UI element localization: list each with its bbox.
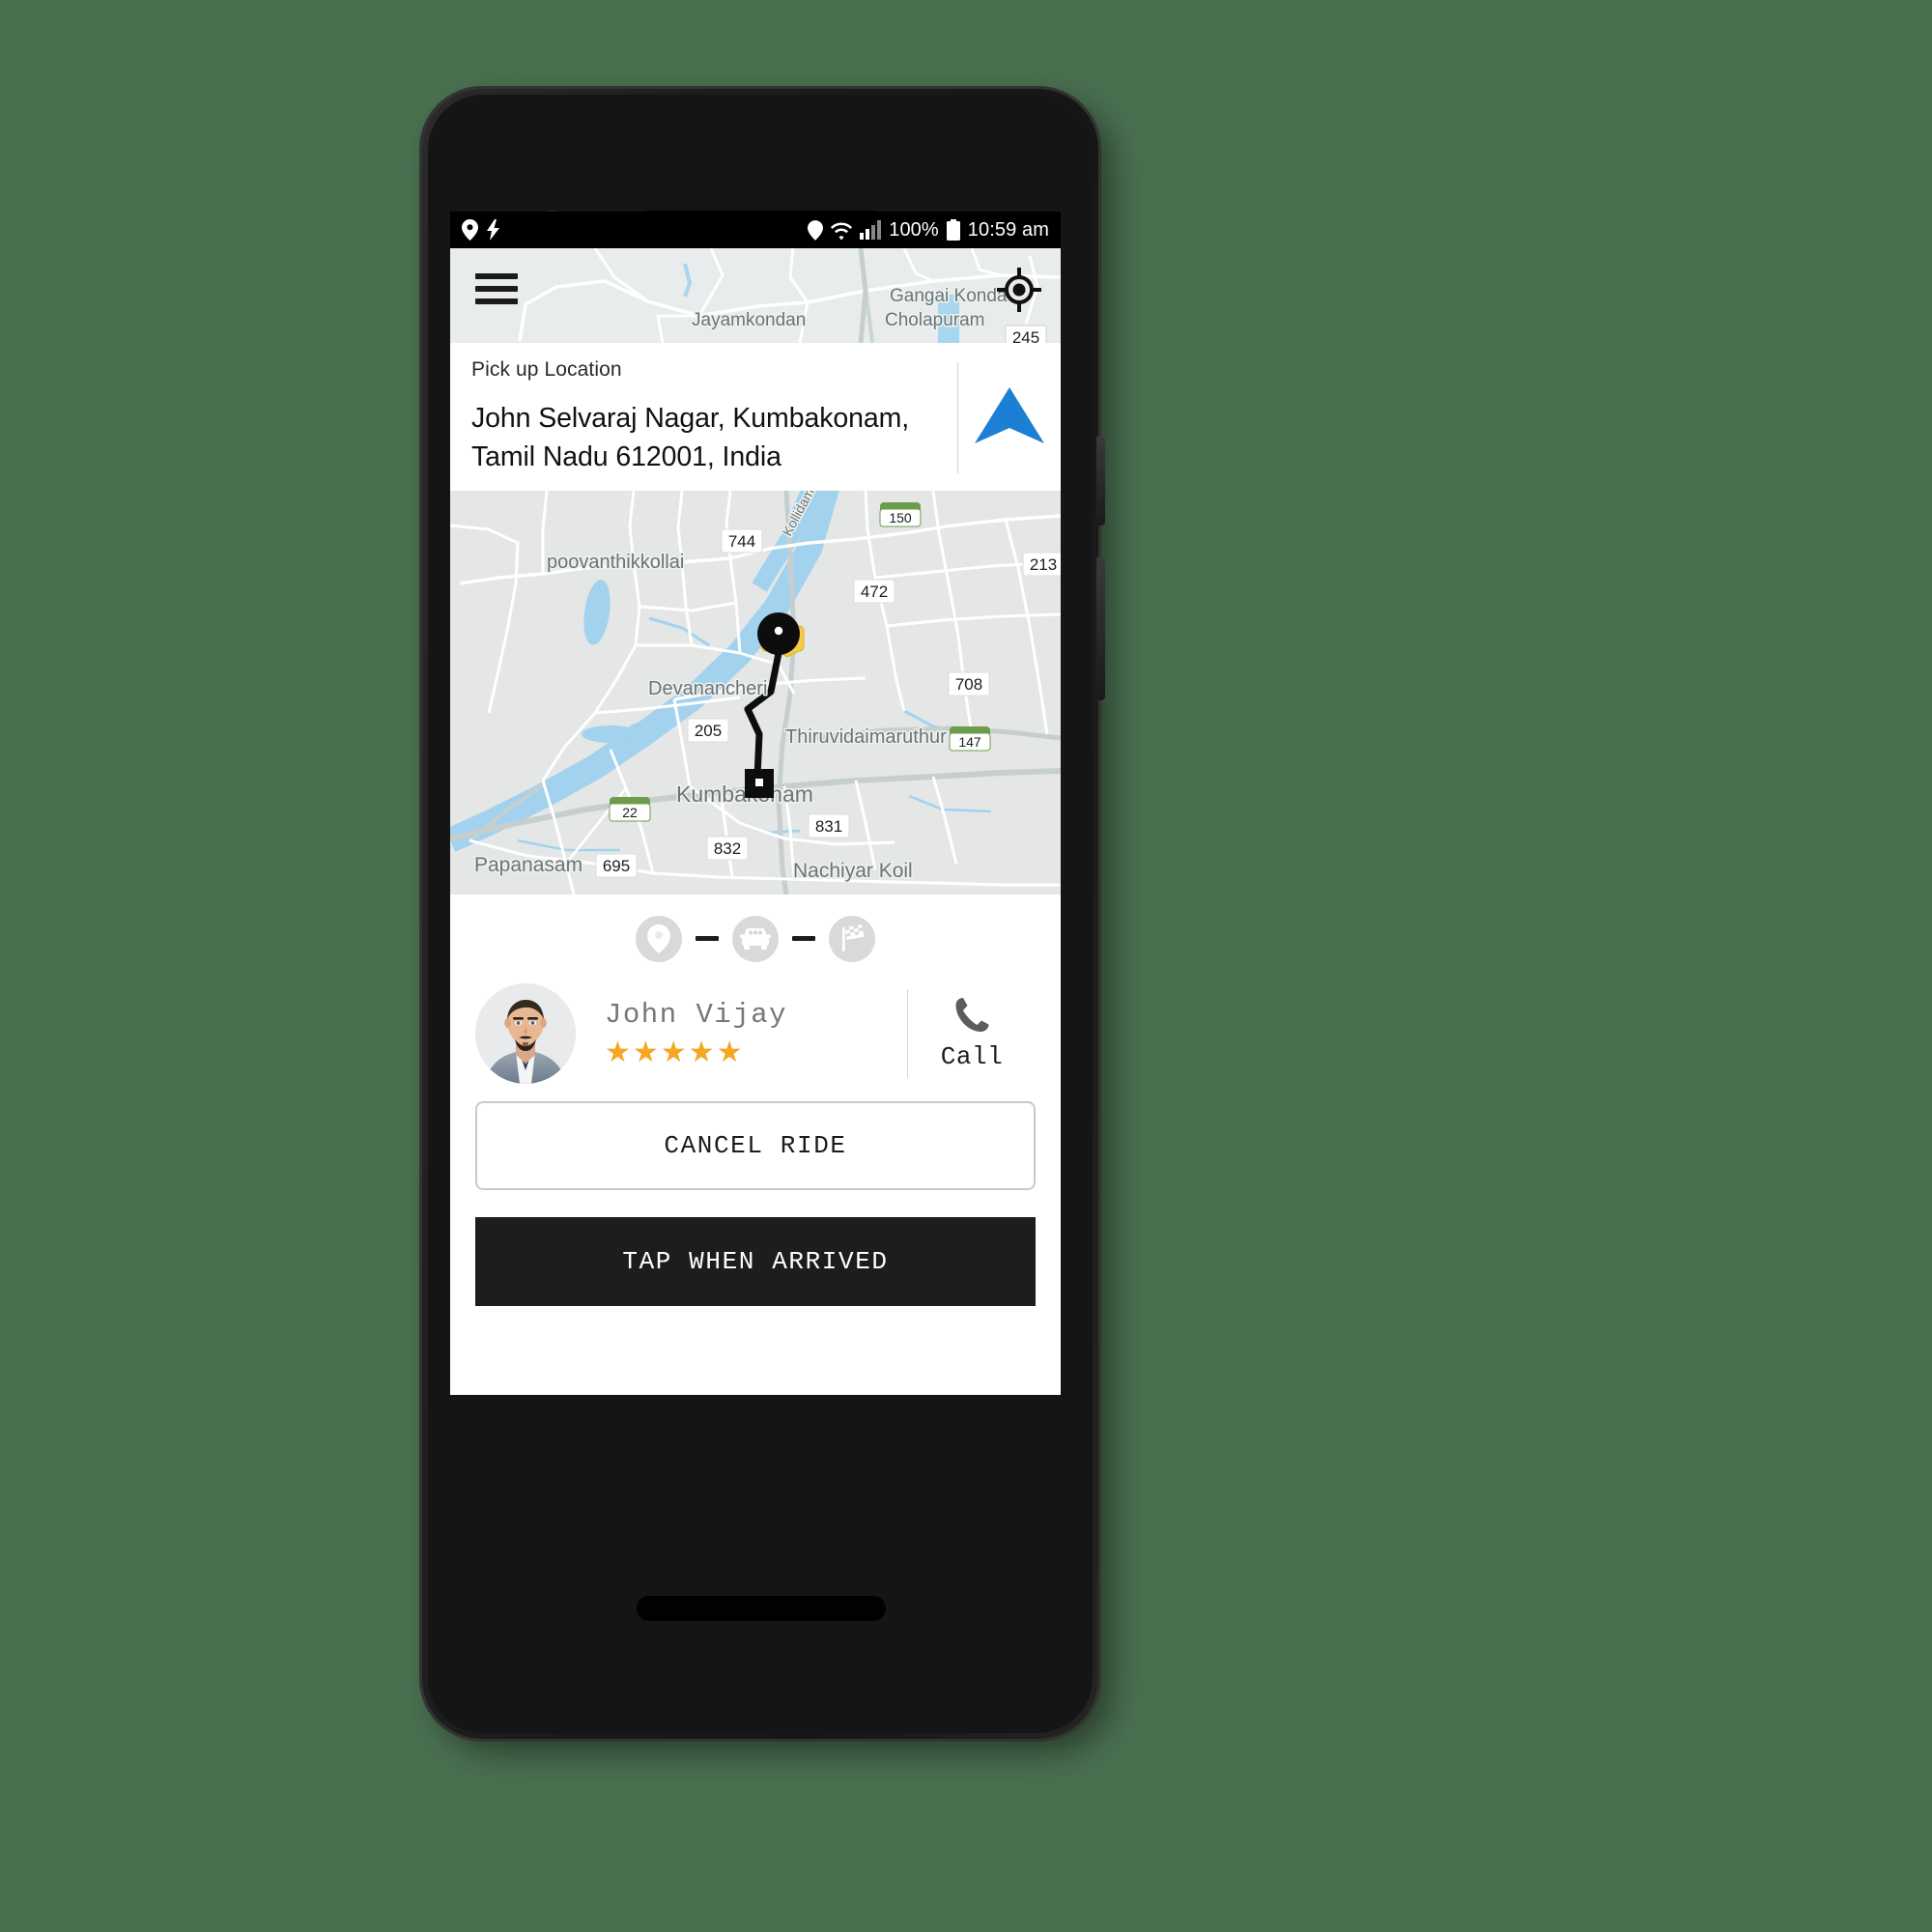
map-shield: 744 <box>721 528 763 554</box>
phone-device-frame: 100% 10:59 am Jayamkondan Gangai Konda C… <box>422 89 1105 1739</box>
map-shield: 708 <box>948 671 990 696</box>
hamburger-bar <box>475 273 518 279</box>
phone-screen: 100% 10:59 am Jayamkondan Gangai Konda C… <box>450 212 1061 1395</box>
route-map[interactable]: poovanthikkollai Devanancheri Thiruvidai… <box>450 490 1061 895</box>
action-buttons: CANCEL RIDE TAP WHEN ARRIVED <box>450 1093 1061 1306</box>
svg-text:695: 695 <box>603 857 630 875</box>
route-map-graphic: poovanthikkollai Devanancheri Thiruvidai… <box>450 490 1061 895</box>
tap-when-arrived-button[interactable]: TAP WHEN ARRIVED <box>475 1216 1036 1306</box>
driver-name: John Vijay <box>605 999 788 1032</box>
step-connector <box>696 936 719 942</box>
clock-label: 10:59 am <box>967 219 1049 241</box>
svg-text:147: 147 <box>958 734 981 750</box>
map-label: Papanasam <box>474 854 582 876</box>
ride-progress-steps <box>450 894 1061 978</box>
map-shield: 695 <box>595 853 638 878</box>
call-label: Call <box>940 1041 1004 1071</box>
map-label: Gangai Konda <box>890 286 1008 306</box>
phone-icon <box>955 997 989 1032</box>
driver-photo <box>475 982 576 1084</box>
step-connector <box>792 936 815 942</box>
avatar <box>475 982 576 1084</box>
map-shield: 22 <box>609 796 651 822</box>
map-shield: 213 <box>1022 552 1061 577</box>
hamburger-menu-icon[interactable] <box>475 273 518 304</box>
hamburger-bar <box>475 286 518 292</box>
map-label: poovanthikkollai <box>547 552 684 573</box>
call-driver-button[interactable]: Call <box>908 996 1036 1071</box>
map-label: Jayamkondan <box>692 310 806 330</box>
pickup-address-line-2: Tamil Nadu 612001, India <box>471 441 781 473</box>
signal-icon <box>860 220 882 240</box>
map-shield: 832 <box>706 836 749 861</box>
svg-text:744: 744 <box>728 532 755 551</box>
wifi-icon <box>831 222 853 240</box>
driver-meta: John Vijay ★★★★★ <box>605 999 907 1067</box>
map-label: Devanancheri <box>648 678 767 699</box>
battery-percent-label: 100% <box>889 219 939 241</box>
svg-text:472: 472 <box>861 582 888 601</box>
map-label: Kumbakonam <box>676 781 813 807</box>
svg-text:150: 150 <box>889 510 912 526</box>
origin-marker[interactable] <box>745 768 774 798</box>
map-shield: 245 <box>1005 325 1047 343</box>
step-pickup[interactable] <box>636 915 682 962</box>
svg-text:831: 831 <box>815 817 842 836</box>
map-shield: 205 <box>687 718 729 743</box>
checkered-flag-icon <box>842 923 865 952</box>
svg-text:832: 832 <box>714 839 741 858</box>
svg-text:22: 22 <box>622 805 638 820</box>
map-shield: 472 <box>853 579 895 604</box>
status-bar: 100% 10:59 am <box>450 212 1061 248</box>
svg-text:213: 213 <box>1030 555 1057 574</box>
pickup-pin-icon <box>647 923 670 953</box>
svg-text:205: 205 <box>695 722 722 740</box>
flash-icon <box>487 219 499 241</box>
pickup-address-value: John Selvaraj Nagar, Kumbakonam, Tamil N… <box>471 399 936 477</box>
my-location-icon[interactable] <box>997 268 1041 312</box>
hamburger-bar <box>475 298 518 304</box>
destination-marker[interactable] <box>757 611 800 655</box>
location-pin-icon <box>462 219 478 241</box>
power-button[interactable] <box>1096 437 1105 526</box>
driver-rating-stars: ★★★★★ <box>605 1037 745 1069</box>
svg-text:245: 245 <box>1012 328 1039 343</box>
bottom-speaker-grille <box>637 1596 886 1621</box>
map-shield: 831 <box>808 813 850 838</box>
navigate-button[interactable] <box>958 358 1061 477</box>
map-top-graphic: Jayamkondan Gangai Konda Cholapuram 245 <box>450 248 1061 343</box>
car-front-icon <box>740 927 771 950</box>
map-label: Cholapuram <box>885 310 985 330</box>
battery-icon <box>946 219 960 241</box>
map-label: Nachiyar Koil <box>793 860 913 882</box>
driver-info-row: John Vijay ★★★★★ Call <box>450 977 1061 1094</box>
volume-button[interactable] <box>1096 557 1105 700</box>
svg-text:708: 708 <box>955 675 982 694</box>
step-destination[interactable] <box>829 915 875 962</box>
location-pin-icon <box>808 219 824 241</box>
map-shield: 150 <box>879 501 922 527</box>
step-ride[interactable] <box>732 915 779 962</box>
map-top-strip[interactable]: Jayamkondan Gangai Konda Cholapuram 245 <box>450 248 1061 343</box>
navigation-arrow-icon <box>975 387 1044 444</box>
map-label: Thiruvidaimaruthur <box>785 726 947 748</box>
pickup-text-block: Pick up Location John Selvaraj Nagar, Ku… <box>450 358 957 477</box>
cancel-ride-button[interactable]: CANCEL RIDE <box>475 1100 1036 1190</box>
map-shield: 147 <box>949 725 991 752</box>
pickup-address-line-1: John Selvaraj Nagar, Kumbakonam, <box>471 403 910 434</box>
pickup-location-label: Pick up Location <box>471 358 622 381</box>
pickup-location-card: Pick up Location John Selvaraj Nagar, Ku… <box>450 343 1061 491</box>
